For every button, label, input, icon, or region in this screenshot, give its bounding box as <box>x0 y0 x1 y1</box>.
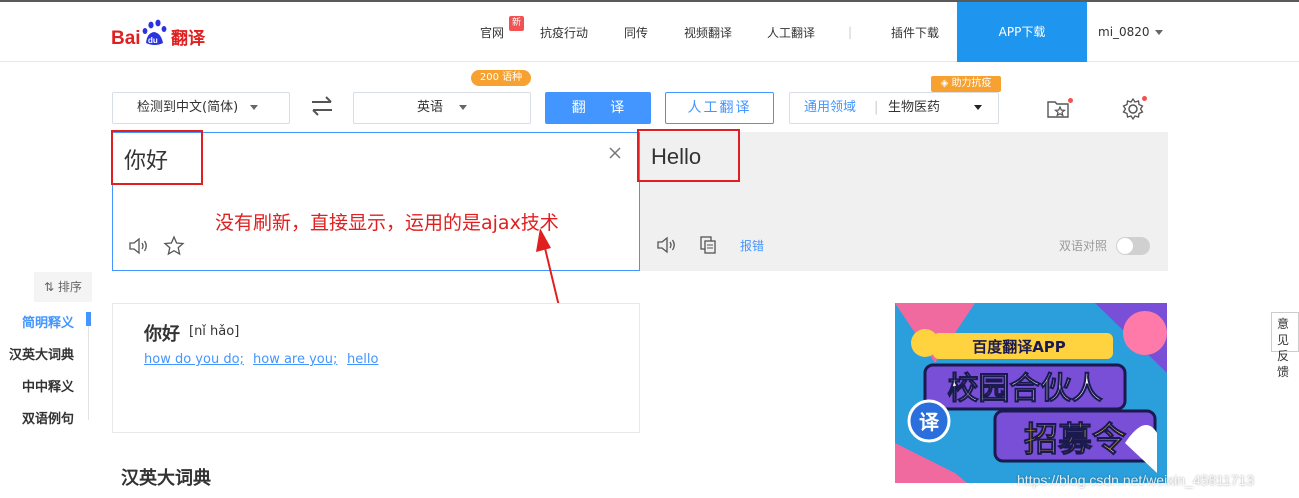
definition-word: 你好 <box>144 324 180 345</box>
feedback-line1: 意见 <box>1277 317 1290 347</box>
caret-down-icon <box>974 93 982 123</box>
language-count-badge: 200 语种 <box>471 70 531 86</box>
nav-divider: | <box>848 25 853 39</box>
domain-divider: | <box>874 100 879 115</box>
sidebar-item-concise[interactable]: 简明释义 <box>22 312 74 331</box>
svg-text:招募令: 招募令 <box>1024 420 1127 460</box>
baidu-fanyi-logo[interactable]: Bai du 翻译 <box>111 16 211 50</box>
sidebar-track <box>88 312 89 420</box>
bilingual-label: 双语对照 <box>1059 239 1108 253</box>
target-language-label: 英语 <box>416 100 443 115</box>
meaning-link[interactable]: how do you do; <box>144 352 244 367</box>
source-language-select[interactable]: 检测到中文(简体) <box>112 92 290 124</box>
domain-value: 生物医药 <box>888 100 941 115</box>
clear-input-icon[interactable] <box>607 145 623 161</box>
svg-text:Bai: Bai <box>111 28 141 49</box>
user-menu[interactable]: mi_0820 <box>1098 2 1163 62</box>
campus-partner-ad[interactable]: 百度翻译APP 校园合伙人 招募令 译 <box>895 303 1167 498</box>
svg-text:百度翻译APP: 百度翻译APP <box>972 338 1066 356</box>
chevron-down-icon <box>1154 30 1163 35</box>
nav-anti-epidemic[interactable]: 抗疫行动 <box>540 24 588 41</box>
definition-pinyin: [nǐ hǎo] <box>189 324 240 339</box>
username: mi_0820 <box>1098 25 1150 39</box>
speaker-icon[interactable] <box>127 236 149 256</box>
svg-text:译: 译 <box>919 410 940 434</box>
ad-illustration: 百度翻译APP 校园合伙人 招募令 译 <box>895 303 1167 498</box>
sort-icon: ⇅ <box>44 280 58 294</box>
sidebar-active-marker <box>86 312 91 326</box>
definition-card <box>112 303 640 433</box>
human-translate-button[interactable]: 人工翻译 <box>665 92 774 124</box>
speaker-icon[interactable] <box>655 235 677 255</box>
app-download-button[interactable]: APP下载 <box>957 2 1087 62</box>
nav-plugin-download[interactable]: 插件下载 <box>891 24 939 41</box>
source-language-label: 检测到中文(简体) <box>137 100 239 115</box>
notification-dot <box>1142 96 1147 101</box>
new-badge: 新 <box>509 16 524 31</box>
meaning-link[interactable]: how are you; <box>253 352 337 367</box>
help-badge-label: 助力抗疫 <box>951 78 992 89</box>
nav-video-translate[interactable]: 视频翻译 <box>684 24 732 41</box>
section-title-ce-dictionary: 汉英大词典 <box>121 468 211 489</box>
annotation-text: 没有刷新，直接显示，运用的是ajax技术 <box>215 212 559 234</box>
nav-human-translate[interactable]: 人工翻译 <box>767 24 815 41</box>
target-language-select[interactable]: 英语 <box>353 92 531 124</box>
watermark: https://blog.csdn.net/weixin_45811713 <box>1017 472 1255 488</box>
chevron-down-icon <box>250 105 259 110</box>
feedback-line2: 反馈 <box>1277 349 1290 379</box>
toggle-knob <box>1117 238 1133 254</box>
svg-text:翻译: 翻译 <box>171 28 206 49</box>
domain-select[interactable]: 通用领域 | 生物医药 <box>789 92 999 124</box>
meaning-link[interactable]: hello <box>347 352 378 367</box>
notification-dot <box>1068 98 1073 103</box>
svg-text:校园合伙人: 校园合伙人 <box>948 371 1103 407</box>
annotation-box-source <box>111 130 203 185</box>
nav-official-site[interactable]: 官网 <box>480 24 504 41</box>
sort-label: 排序 <box>57 280 82 294</box>
domain-label: 通用领域 <box>804 100 857 115</box>
sidebar-item-examples[interactable]: 双语例句 <box>22 408 74 427</box>
top-header: Bai du 翻译 官网 抗疫行动 同传 视频翻译 人工翻译 | 插件下载 新 … <box>0 2 1299 62</box>
translate-button[interactable]: 翻 译 <box>545 92 651 124</box>
sidebar-item-chinese-definition[interactable]: 中中释义 <box>22 376 74 395</box>
svg-text:du: du <box>148 36 158 45</box>
report-error-link[interactable]: 报错 <box>740 237 764 254</box>
help-fight-epidemic-badge: ◈ 助力抗疫 <box>931 76 1001 92</box>
copy-icon[interactable] <box>698 235 718 255</box>
tag-icon: ◈ <box>940 78 952 89</box>
star-icon[interactable] <box>163 235 185 257</box>
sort-button[interactable]: ⇅ 排序 <box>34 272 92 302</box>
bilingual-toggle[interactable] <box>1116 237 1150 255</box>
swap-languages-icon[interactable] <box>309 93 335 119</box>
sidebar-item-ce-dictionary[interactable]: 汉英大词典 <box>9 344 74 363</box>
chevron-down-icon <box>459 105 467 110</box>
feedback-button[interactable]: 意见 反馈 <box>1271 312 1299 379</box>
nav-simultaneous[interactable]: 同传 <box>624 24 648 41</box>
annotation-box-translation <box>637 129 740 182</box>
